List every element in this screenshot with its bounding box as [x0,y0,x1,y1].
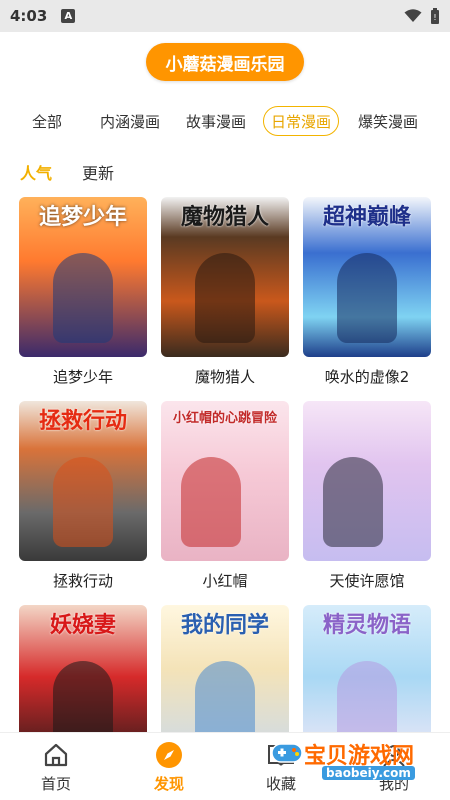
comic-card[interactable]: 追梦少年 追梦少年 [19,197,147,387]
comic-cover[interactable]: 超神巅峰 [303,197,431,357]
category-tabs: 全部 内涵漫画 故事漫画 日常漫画 爆笑漫画 [0,106,450,136]
cover-title: 妖娆妻 [49,613,116,638]
home-icon [42,741,70,769]
status-bar: 4:03 A ! [0,0,450,32]
comic-cover[interactable] [303,401,431,561]
tab-story[interactable]: 故事漫画 [180,106,252,136]
nav-mine-label: 我的 [378,775,409,793]
cover-figure [195,253,255,343]
cover-figure [53,253,113,343]
tab-innuendo[interactable]: 内涵漫画 [94,106,166,136]
comic-title: 唤水的虚像2 [324,368,410,386]
comic-title: 小红帽 [202,572,248,590]
nav-discover[interactable]: 发现 [129,741,209,794]
notification-a-icon: A [61,9,76,23]
cover-title: 小红帽的心跳冒险 [172,411,277,426]
compass-icon [155,741,183,769]
tab-funny[interactable]: 爆笑漫画 [352,106,424,136]
cover-title: 精灵物语 [322,613,411,638]
nav-mine[interactable]: 我的 [354,741,434,794]
user-icon [380,741,408,769]
comic-title: 魔物猎人 [194,368,255,386]
cover-title: 超神巅峰 [322,205,411,230]
comic-card[interactable]: 拯救行动 拯救行动 [19,401,147,591]
cover-figure [323,457,383,547]
comic-title: 追梦少年 [52,368,113,386]
bottom-nav: 首页 发现 收藏 我的 [0,732,450,800]
comic-card[interactable]: 天使许愿馆 [303,401,431,591]
sort-tabs: 人气 更新 [20,160,114,184]
comic-title: 天使许愿馆 [329,572,405,590]
sort-updated[interactable]: 更新 [82,160,114,184]
cover-figure [181,457,241,547]
cover-title: 我的同学 [180,613,269,638]
cover-figure [53,457,113,547]
comic-cover[interactable]: 拯救行动 [19,401,147,561]
comic-card[interactable]: 魔物猎人 魔物猎人 [161,197,289,387]
nav-home[interactable]: 首页 [16,741,96,794]
battery-icon: ! [431,8,439,24]
page-title: 小蘑菇漫画乐园 [146,43,304,81]
svg-text:!: ! [433,13,436,22]
nav-favorites[interactable]: 收藏 [241,741,321,794]
comic-title: 拯救行动 [52,572,113,590]
book-icon [267,741,295,769]
nav-favorites-label: 收藏 [265,775,296,793]
cover-figure [337,253,397,343]
comic-cover[interactable]: 小红帽的心跳冒险 [161,401,289,561]
cover-title: 拯救行动 [38,409,127,434]
comic-card[interactable]: 小红帽的心跳冒险 小红帽 [161,401,289,591]
sort-popular[interactable]: 人气 [20,160,52,184]
nav-discover-label: 发现 [153,775,184,793]
comic-cover[interactable]: 魔物猎人 [161,197,289,357]
nav-home-label: 首页 [40,775,71,793]
tab-daily[interactable]: 日常漫画 [263,106,339,136]
cover-title: 追梦少年 [38,205,127,230]
tab-all[interactable]: 全部 [22,106,72,136]
status-time: 4:03 [10,7,48,25]
comic-card[interactable]: 超神巅峰 唤水的虚像2 [303,197,431,387]
status-icons: ! [404,8,440,24]
cover-title: 魔物猎人 [180,205,269,230]
wifi-icon [404,9,422,22]
comic-cover[interactable]: 追梦少年 [19,197,147,357]
